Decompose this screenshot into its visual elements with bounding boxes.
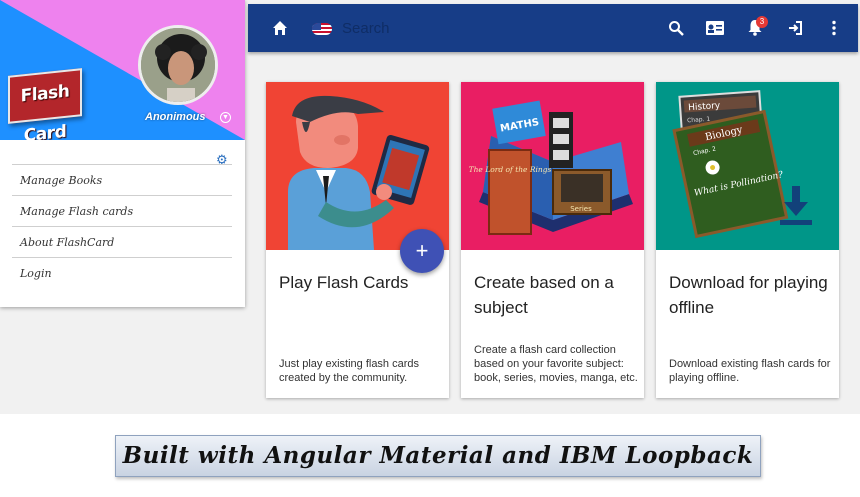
card-title: Create based on a subject	[474, 273, 614, 317]
chevron-down-icon[interactable]: ▼	[220, 112, 231, 123]
sidebar-item-manage-flash-cards[interactable]: Manage Flash cards	[12, 195, 232, 226]
login-icon[interactable]	[786, 4, 804, 52]
top-toolbar: 3	[248, 4, 858, 52]
more-vert-icon[interactable]	[826, 4, 842, 52]
add-button[interactable]: +	[400, 229, 444, 273]
language-flag-icon[interactable]	[312, 23, 332, 35]
notifications-bell-icon[interactable]	[746, 4, 764, 52]
card-description: Create a flash card collection based on …	[474, 344, 638, 384]
logo-text: Flash Card	[20, 81, 70, 140]
sidenav-header: Flash Card Anonimous ▼	[0, 0, 245, 140]
sidenav-menu: Manage Books Manage Flash cards About Fl…	[12, 164, 232, 288]
card-description: Download existing flash cards for playin…	[669, 358, 831, 384]
download-illustration: History Chap. 1 Biology Chap. 2 What is …	[656, 82, 839, 250]
id-card-icon[interactable]	[704, 4, 726, 52]
banner-text: Built with Angular Material and IBM Loop…	[122, 442, 754, 469]
play-illustration	[266, 82, 449, 250]
footer-banner: Built with Angular Material and IBM Loop…	[115, 435, 761, 477]
avatar-photo	[141, 28, 215, 102]
create-illustration: MATHS The Lord of the Rings Series	[461, 82, 644, 250]
sidenav: Flash Card Anonimous ▼ ⚙ Manage Books Ma…	[0, 0, 245, 307]
sidebar-item-about[interactable]: About FlashCard	[12, 226, 232, 257]
card-title: Download for playing offline	[669, 273, 828, 317]
card-description: Just play existing flash cards created b…	[279, 358, 420, 384]
home-icon[interactable]	[270, 4, 290, 52]
sidebar-item-login[interactable]: Login	[12, 257, 232, 288]
book-series-label: Series	[570, 205, 592, 213]
notification-count-badge: 3	[756, 16, 768, 28]
avatar[interactable]	[138, 25, 218, 105]
flash-card-logo: Flash Card	[8, 68, 82, 140]
card-title: Play Flash Cards	[279, 273, 409, 292]
card-download-offline[interactable]: History Chap. 1 Biology Chap. 2 What is …	[656, 82, 839, 398]
user-name: Anonimous	[145, 111, 206, 123]
sidebar-item-manage-books[interactable]: Manage Books	[12, 164, 232, 195]
search-input[interactable]	[342, 16, 642, 40]
book-lotr-label: The Lord of the Rings	[469, 165, 552, 174]
card-create-subject[interactable]: MATHS The Lord of the Rings Series Creat…	[461, 82, 644, 398]
search-icon[interactable]	[666, 4, 686, 52]
